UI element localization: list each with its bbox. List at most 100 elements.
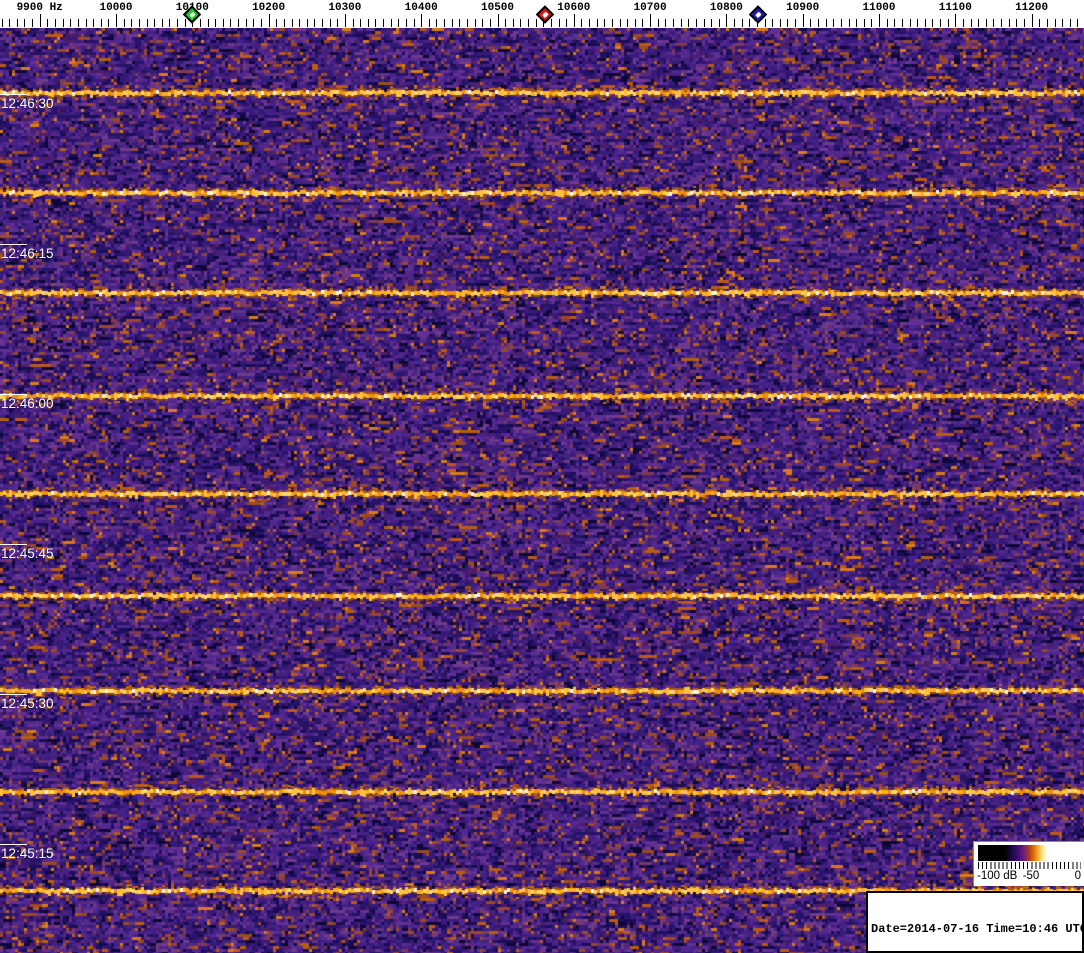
freq-minor-tick	[589, 19, 590, 27]
freq-minor-tick	[360, 19, 362, 27]
freq-major-tick	[344, 14, 346, 27]
freq-minor-tick	[734, 19, 735, 27]
marker-center-dot	[189, 11, 196, 18]
freq-minor-tick	[856, 19, 858, 27]
spectrogram-waterfall	[0, 28, 1084, 953]
color-scale-label-max: 0	[1074, 870, 1081, 882]
freq-tick-label: 11100	[938, 2, 972, 14]
freq-minor-tick	[779, 19, 781, 27]
freq-minor-tick	[863, 19, 865, 27]
freq-major-tick	[650, 14, 652, 27]
freq-major-tick	[421, 14, 423, 27]
freq-minor-tick	[566, 19, 568, 27]
freq-minor-tick	[772, 19, 774, 27]
time-label: 12:46:00	[1, 396, 54, 411]
time-label: 12:45:15	[1, 846, 54, 861]
freq-minor-tick	[1054, 19, 1056, 27]
marker-center-dot	[541, 11, 548, 18]
freq-minor-tick	[451, 19, 453, 27]
freq-minor-tick	[749, 19, 751, 27]
freq-tick-label: 10700	[633, 2, 667, 14]
freq-minor-tick	[177, 19, 178, 27]
freq-minor-tick	[642, 19, 644, 27]
freq-minor-tick	[459, 19, 461, 27]
freq-major-tick	[268, 14, 270, 27]
freq-minor-tick	[680, 19, 682, 27]
freq-minor-tick	[161, 19, 163, 27]
freq-minor-tick	[550, 19, 552, 27]
freq-minor-tick	[383, 19, 384, 27]
info-line-date: Date=2014-07-16 Time=10:46 UTC	[871, 922, 1084, 936]
color-scale-labels: -100 dB -50 0	[974, 870, 1084, 885]
freq-minor-tick	[528, 19, 529, 27]
freq-minor-tick	[207, 19, 209, 27]
freq-tick-label: 9900 Hz	[16, 2, 63, 14]
freq-minor-tick	[306, 19, 308, 27]
freq-minor-tick	[962, 19, 964, 27]
freq-minor-tick	[489, 19, 491, 27]
freq-minor-tick	[260, 19, 262, 27]
freq-minor-tick	[390, 19, 392, 27]
time-label: 12:46:30	[1, 96, 54, 111]
freq-minor-tick	[1069, 19, 1071, 27]
freq-minor-tick	[1039, 19, 1041, 27]
freq-minor-tick	[871, 19, 873, 27]
freq-major-tick	[573, 14, 575, 27]
freq-minor-tick	[817, 19, 819, 27]
freq-tick-label: 10400	[404, 2, 438, 14]
freq-tick-label: 11000	[862, 2, 896, 14]
freq-minor-tick	[146, 19, 148, 27]
freq-minor-tick	[398, 19, 400, 27]
time-tick-mark	[0, 244, 27, 245]
freq-minor-tick	[283, 19, 285, 27]
info-box: Date=2014-07-16 Time=10:46 UTC Freq=143 …	[866, 891, 1084, 953]
freq-minor-tick	[337, 19, 339, 27]
time-tick-mark	[0, 844, 27, 845]
freq-tick-label: 10000	[99, 2, 133, 14]
time-tick-mark	[0, 94, 27, 95]
freq-minor-tick	[9, 19, 11, 27]
freq-major-tick	[726, 14, 728, 27]
frequency-ruler[interactable]: 9900 Hz100001010010200103001040010500106…	[0, 0, 1084, 28]
freq-minor-tick	[978, 19, 980, 27]
freq-minor-tick	[1008, 19, 1010, 27]
freq-minor-tick	[825, 19, 827, 27]
freq-minor-tick	[970, 19, 972, 27]
freq-minor-tick	[138, 19, 140, 27]
freq-minor-tick	[85, 19, 87, 27]
time-label: 12:46:15	[1, 246, 54, 261]
freq-minor-tick	[932, 19, 934, 27]
color-scale-ticks	[978, 862, 1081, 869]
freq-minor-tick	[917, 19, 919, 27]
freq-minor-tick	[375, 19, 377, 27]
freq-major-tick	[955, 14, 957, 27]
freq-minor-tick	[741, 19, 743, 27]
freq-minor-tick	[604, 19, 606, 27]
freq-minor-tick	[848, 19, 850, 27]
color-scale-label-mid: -50	[1022, 870, 1040, 882]
freq-minor-tick	[1, 19, 3, 27]
freq-tick-label: 10600	[557, 2, 591, 14]
freq-minor-tick	[665, 19, 667, 27]
freq-minor-tick	[840, 19, 842, 27]
freq-major-tick	[802, 14, 804, 27]
freq-minor-tick	[184, 19, 186, 27]
color-scale-legend: -100 dB -50 0	[973, 841, 1084, 886]
freq-minor-tick	[558, 19, 560, 27]
freq-minor-tick	[108, 19, 110, 27]
freq-minor-tick	[352, 19, 354, 27]
time-tick-mark	[0, 394, 27, 395]
freq-minor-tick	[100, 19, 102, 27]
freq-minor-tick	[894, 19, 896, 27]
freq-minor-tick	[245, 19, 247, 27]
freq-minor-tick	[924, 19, 926, 27]
freq-minor-tick	[482, 19, 484, 27]
freq-minor-tick	[474, 19, 476, 27]
freq-minor-tick	[93, 19, 95, 27]
freq-minor-tick	[131, 19, 133, 27]
freq-minor-tick	[596, 19, 598, 27]
freq-minor-tick	[886, 19, 888, 27]
freq-minor-tick	[711, 19, 713, 27]
freq-minor-tick	[795, 19, 796, 27]
freq-tick-label: 10800	[709, 2, 743, 14]
